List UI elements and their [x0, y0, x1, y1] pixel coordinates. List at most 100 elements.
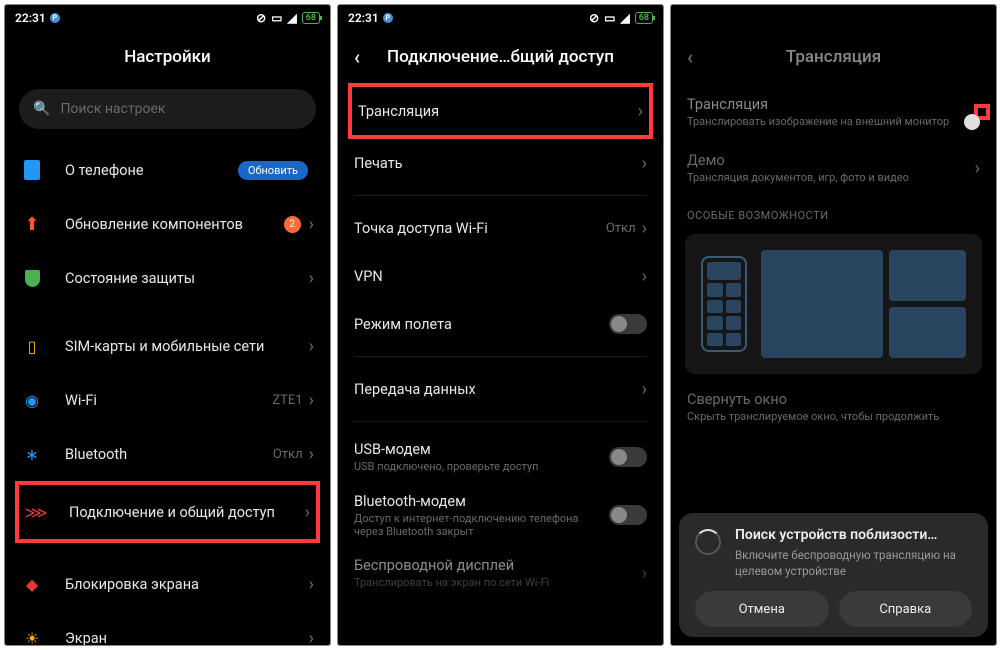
- cast-illustration: [685, 234, 982, 374]
- row-lockscreen[interactable]: ◆ Блокировка экрана ›: [5, 557, 330, 611]
- row-label: Трансляция: [358, 103, 638, 120]
- row-value: ZTE1: [272, 393, 302, 408]
- row-print[interactable]: Печать ›: [338, 139, 663, 187]
- signal-icon: ◢: [287, 11, 296, 25]
- notification-icon: P: [383, 13, 393, 23]
- page-title: ‹ Подключение…бщий доступ: [338, 31, 663, 83]
- chevron-right-icon: ›: [309, 336, 314, 357]
- highlight-cast: Трансляция ›: [348, 83, 653, 139]
- row-label: Свернуть окно: [687, 391, 980, 408]
- highlight-connection-sharing: ⋙ Подключение и общий доступ ›: [15, 481, 320, 543]
- status-left: 22:31 P: [348, 11, 393, 25]
- row-demo[interactable]: Демо Трансляция документов, игр, фото и …: [671, 141, 996, 195]
- row-subtext: Транслировать на экран по сети Wi-Fi: [354, 576, 642, 589]
- shield-icon: [21, 267, 43, 289]
- row-label: Wi-Fi: [65, 392, 272, 409]
- help-button[interactable]: Справка: [839, 591, 973, 627]
- status-bar: 22:31 P ⊘ ▭ ◢ 68: [5, 5, 330, 31]
- bluetooth-icon: ∗: [21, 443, 43, 465]
- row-wireless-display[interactable]: Беспроводной дисплей Транслировать на эк…: [338, 546, 663, 600]
- row-sim-networks[interactable]: ▯ SIM-карты и мобильные сети ›: [5, 319, 330, 373]
- row-wifi[interactable]: ◉ Wi-Fi ZTE1 ›: [5, 373, 330, 427]
- illustration-screen-icon: [761, 250, 966, 358]
- row-label: Bluetooth-модем: [354, 493, 609, 510]
- row-security-status[interactable]: Состояние защиты ›: [5, 251, 330, 305]
- chevron-right-icon: ›: [309, 444, 314, 465]
- row-label: Режим полета: [354, 316, 609, 333]
- update-badge[interactable]: Обновить: [238, 161, 308, 180]
- row-label: Передача данных: [354, 381, 642, 398]
- chevron-right-icon: ›: [975, 158, 980, 179]
- row-label: Блокировка экрана: [65, 576, 309, 593]
- status-time: 22:31: [15, 11, 46, 25]
- sim-icon: ▯: [21, 335, 43, 357]
- row-subtext: Доступ к интернет-подключению телефона ч…: [354, 512, 609, 538]
- row-vpn[interactable]: VPN ›: [338, 252, 663, 300]
- share-icon: ⋙: [25, 501, 47, 523]
- row-data-transfer[interactable]: Передача данных ›: [338, 365, 663, 413]
- row-about-phone[interactable]: О телефоне Обновить: [5, 143, 330, 197]
- upload-icon: ⬆: [21, 213, 43, 235]
- row-minimize-window[interactable]: Свернуть окно Скрыть транслируемое окно,…: [671, 380, 996, 434]
- row-label: Демо: [687, 152, 975, 169]
- row-usb-tether[interactable]: USB-модем USB подключено, проверьте дост…: [338, 430, 663, 484]
- dnd-icon: ⊘: [589, 11, 599, 25]
- row-cast[interactable]: Трансляция ›: [352, 87, 649, 135]
- row-label: Обновление компонентов: [65, 216, 284, 233]
- section-special-features: ОСОБЫЕ ВОЗМОЖНОСТИ: [671, 195, 996, 228]
- chevron-right-icon: ›: [642, 563, 647, 584]
- cancel-button[interactable]: Отмена: [695, 591, 829, 627]
- dialog-title: Поиск устройств поблизости…: [735, 527, 972, 543]
- row-label: Состояние защиты: [65, 270, 309, 287]
- search-icon: 🔍: [33, 101, 50, 117]
- screen-settings: 22:31 P ⊘ ▭ ◢ 68 Настройки 🔍 Поиск настр…: [4, 4, 331, 646]
- row-bt-tether[interactable]: Bluetooth-модем Доступ к интернет-подклю…: [338, 484, 663, 546]
- row-connection-sharing[interactable]: ⋙ Подключение и общий доступ ›: [19, 485, 316, 539]
- chevron-right-icon: ›: [642, 218, 647, 239]
- row-label: Печать: [354, 155, 642, 172]
- usb-tether-toggle[interactable]: [609, 447, 647, 467]
- status-right: ⊘ ▭ ◢ 68: [589, 11, 653, 25]
- screen-cast: ‹ Трансляция Трансляция Транслировать из…: [670, 4, 997, 646]
- search-input[interactable]: 🔍 Поиск настроек: [19, 89, 316, 129]
- chevron-right-icon: ›: [309, 628, 314, 646]
- screen-connection-sharing: 22:31 P ⊘ ▭ ◢ 68 ‹ Подключение…бщий дост…: [337, 4, 664, 646]
- status-right: ⊘ ▭ ◢ 68: [256, 11, 320, 25]
- row-bluetooth[interactable]: ∗ Bluetooth Откл ›: [5, 427, 330, 481]
- chevron-right-icon: ›: [309, 214, 314, 235]
- page-title: ‹ Трансляция: [671, 31, 996, 83]
- row-label: Bluetooth: [65, 446, 273, 463]
- settings-list: О телефоне Обновить ⬆ Обновление компоне…: [5, 143, 330, 645]
- status-time: 22:31: [348, 11, 379, 25]
- row-label: Экран: [65, 630, 309, 646]
- cast-status-icon: ▭: [271, 11, 282, 25]
- row-display[interactable]: ☀ Экран ›: [5, 611, 330, 645]
- dnd-icon: ⊘: [256, 11, 266, 25]
- row-component-updates[interactable]: ⬆ Обновление компонентов 2 ›: [5, 197, 330, 251]
- wifi-icon: ◉: [21, 389, 43, 411]
- chevron-right-icon: ›: [642, 153, 647, 174]
- highlight-cast-toggle: [974, 104, 990, 120]
- row-hotspot[interactable]: Точка доступа Wi-Fi Откл ›: [338, 204, 663, 252]
- row-label: SIM-карты и мобильные сети: [65, 338, 309, 355]
- back-button[interactable]: ‹: [354, 45, 360, 69]
- status-bar: 22:31 P ⊘ ▭ ◢ 68: [338, 5, 663, 31]
- row-subtext: Транслировать изображение на внешний мон…: [687, 115, 974, 128]
- row-label: VPN: [354, 268, 642, 285]
- lock-icon: ◆: [21, 573, 43, 595]
- chevron-right-icon: ›: [638, 101, 643, 122]
- title-text: Подключение…бщий доступ: [387, 47, 614, 67]
- phone-icon: [21, 159, 43, 181]
- status-bar: [671, 5, 996, 31]
- row-subtext: USB подключено, проверьте доступ: [354, 460, 609, 473]
- page-title: Настройки: [5, 31, 330, 83]
- notification-icon: P: [50, 13, 60, 23]
- chevron-right-icon: ›: [642, 266, 647, 287]
- airplane-toggle[interactable]: [609, 314, 647, 334]
- row-airplane-mode[interactable]: Режим полета: [338, 300, 663, 348]
- row-subtext: Скрыть транслируемое окно, чтобы продолж…: [687, 410, 980, 423]
- back-button[interactable]: ‹: [687, 45, 693, 69]
- bt-tether-toggle[interactable]: [609, 505, 647, 525]
- row-value: Откл: [273, 447, 303, 462]
- row-subtext: Трансляция документов, игр, фото и видео: [687, 171, 975, 184]
